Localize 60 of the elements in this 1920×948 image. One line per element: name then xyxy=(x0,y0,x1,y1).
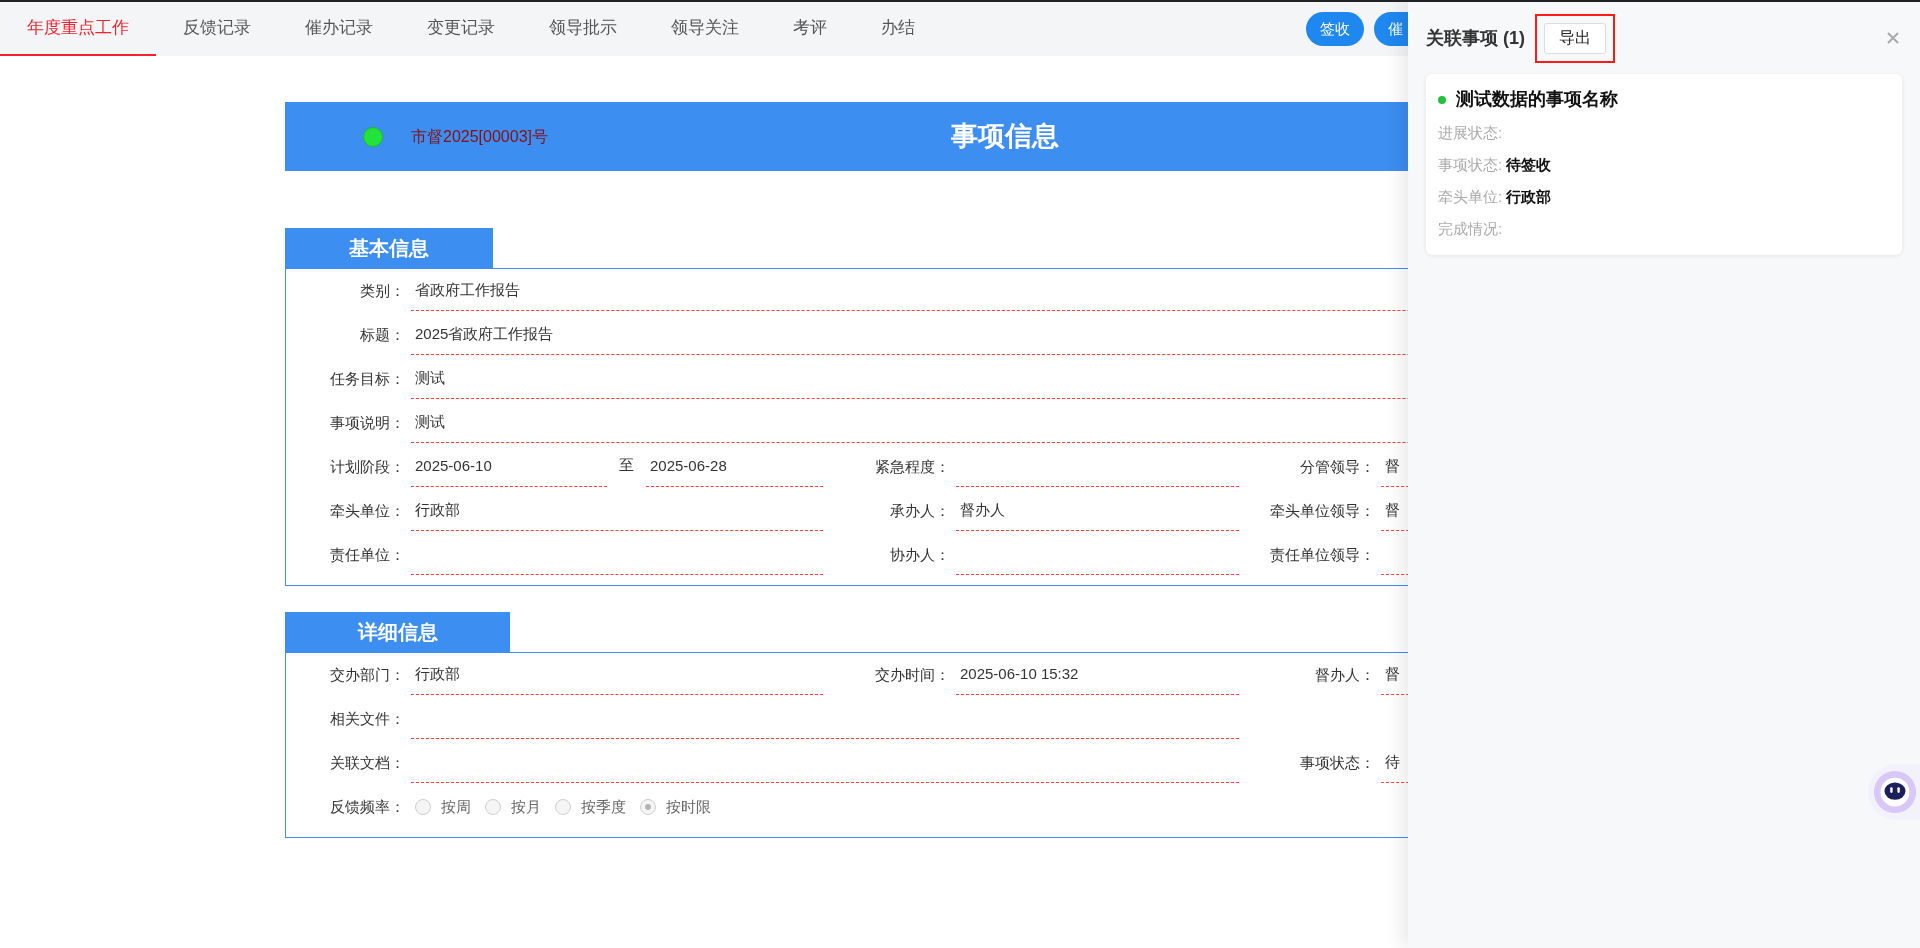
tab[interactable]: 变更记录 xyxy=(400,2,522,56)
toolbar-button[interactable]: 签收 xyxy=(1306,12,1364,46)
field-label: 标题： xyxy=(360,324,405,345)
page-title: 事项信息 xyxy=(951,120,1059,154)
radio-button[interactable] xyxy=(640,799,656,815)
date-field[interactable]: 2025-06-10 xyxy=(411,447,607,487)
item-field-label: 进展状态: xyxy=(1438,122,1503,143)
radio-button[interactable] xyxy=(415,799,431,815)
field-label: 紧急程度： xyxy=(875,456,950,477)
field-label: 责任单位： xyxy=(330,544,405,565)
field-label: 责任单位领导： xyxy=(1270,544,1375,565)
field-label: 分管领导： xyxy=(1300,456,1375,477)
close-icon[interactable] xyxy=(1886,31,1900,45)
section-title: 详细信息 xyxy=(285,612,510,652)
field-label: 牵头单位： xyxy=(330,500,405,521)
tab[interactable]: 催办记录 xyxy=(278,2,400,56)
section-title: 基本信息 xyxy=(285,228,493,268)
field-label: 关联文档： xyxy=(330,752,405,773)
item-field-value: 行政部 xyxy=(1506,186,1552,207)
radio-label: 按月 xyxy=(511,796,541,817)
input-field[interactable]: 2025-06-10 15:32 xyxy=(956,655,1239,695)
input-field[interactable]: 督办人 xyxy=(956,491,1239,531)
field-label: 督办人： xyxy=(1315,664,1375,685)
radio-label: 按季度 xyxy=(581,796,626,817)
item-field-label: 牵头单位: xyxy=(1438,186,1503,207)
tab[interactable]: 领导批示 xyxy=(522,2,644,56)
field-label: 交办部门： xyxy=(330,664,405,685)
export-button[interactable]: 导出 xyxy=(1544,22,1606,54)
field-label: 事项说明： xyxy=(330,412,405,433)
toolbar-button[interactable]: 催 xyxy=(1374,12,1408,46)
item-field-label: 完成情况: xyxy=(1438,218,1503,239)
range-separator: 至 xyxy=(619,454,634,475)
radio-button[interactable] xyxy=(485,799,501,815)
field-label: 协办人： xyxy=(890,544,950,565)
input-field[interactable]: 行政部 xyxy=(411,655,823,695)
tab[interactable]: 办结 xyxy=(854,2,942,56)
field-label: 牵头单位领导： xyxy=(1270,500,1375,521)
radio-button[interactable] xyxy=(555,799,571,815)
item-title: 测试数据的事项名称 xyxy=(1456,88,1618,111)
field-label: 相关文件： xyxy=(330,708,405,729)
input-field[interactable]: 行政部 xyxy=(411,491,823,531)
tab[interactable]: 领导关注 xyxy=(644,2,766,56)
field-label: 类别： xyxy=(360,280,405,301)
field-label: 任务目标： xyxy=(330,368,405,389)
field-label: 反馈频率： xyxy=(330,796,405,817)
radio-label: 按时限 xyxy=(666,796,711,817)
date-field[interactable]: 2025-06-28 xyxy=(646,447,823,487)
item-field-label: 事项状态: xyxy=(1438,154,1503,175)
field-label: 交办时间： xyxy=(875,664,950,685)
field-label: 事项状态： xyxy=(1300,752,1375,773)
tab[interactable]: 考评 xyxy=(766,2,854,56)
radio-label: 按周 xyxy=(441,796,471,817)
drawer-title: 关联事项 (1) xyxy=(1426,26,1525,50)
document-number: 市督2025[00003]号 xyxy=(411,126,548,147)
field-label: 计划阶段： xyxy=(330,456,405,477)
tab[interactable]: 年度重点工作 xyxy=(0,2,156,56)
field-label: 承办人： xyxy=(890,500,950,521)
tab[interactable]: 反馈记录 xyxy=(156,2,278,56)
item-field-value: 待签收 xyxy=(1506,154,1552,175)
related-item-card[interactable]: 测试数据的事项名称 进展状态: 事项状态: 待签收 牵头单位: 行政部 完成情况: xyxy=(1426,74,1902,255)
